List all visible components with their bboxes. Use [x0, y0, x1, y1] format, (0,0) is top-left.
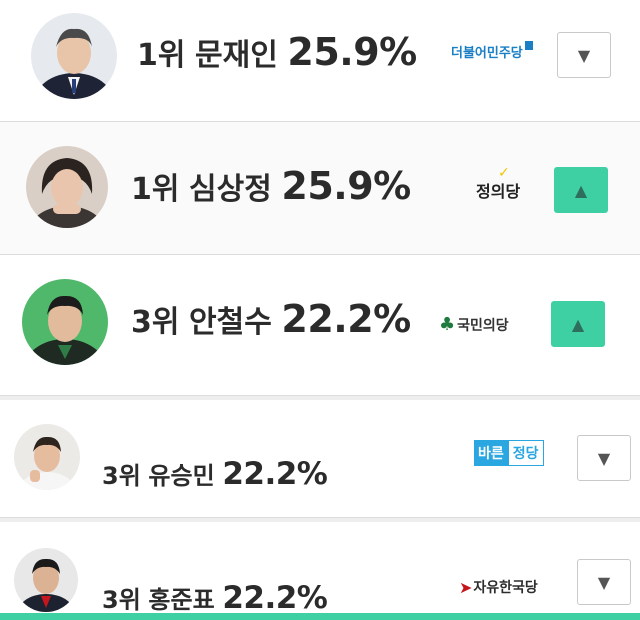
party-name-part-b: 정당 — [507, 440, 544, 466]
rank: 1위 — [137, 38, 186, 73]
party-name: 더불어민주당 — [451, 46, 523, 61]
candidate-label-2: 1위 심상정 25.9% — [131, 164, 411, 208]
party-logo-bareun: 바른 정당 — [474, 440, 544, 466]
vote-percent: 25.9% — [281, 164, 411, 208]
candidate-name: 심상정 — [189, 172, 272, 207]
candidate-label-4: 3위 유승민 22.2% — [102, 456, 328, 492]
triangle-down-icon: ▼ — [577, 45, 591, 65]
candidate-row-4: 3위 유승민 22.2% 바른 정당 ▼ — [0, 400, 640, 518]
vote-down-button-5[interactable]: ▼ — [577, 559, 631, 605]
vote-percent: 22.2% — [281, 297, 411, 341]
flag-icon — [524, 41, 533, 50]
vote-up-button-2[interactable]: ▲ — [554, 167, 608, 213]
party-logo-liberty-korea: ➤ 자유한국당 — [459, 577, 538, 597]
rank: 3위 — [131, 305, 180, 340]
candidate-label-1: 1위 문재인 25.9% — [137, 30, 417, 74]
vote-down-button-4[interactable]: ▼ — [577, 435, 631, 481]
triangle-down-icon: ▼ — [597, 572, 611, 592]
vote-percent: 25.9% — [287, 30, 417, 74]
candidate-photo-5 — [14, 548, 78, 612]
vote-up-button-3[interactable]: ▲ — [551, 301, 605, 347]
candidate-name: 문재인 — [195, 38, 278, 73]
candidate-name: 홍준표 — [148, 586, 215, 614]
candidate-name: 안철수 — [189, 305, 272, 340]
candidate-name: 유승민 — [148, 462, 215, 490]
vote-percent: 22.2% — [222, 580, 328, 616]
candidate-photo-1 — [31, 13, 117, 99]
party-logo-justice: ✓ 정의당 — [476, 165, 521, 202]
rank: 3위 — [102, 462, 141, 490]
party-name-part-a: 바른 — [474, 440, 508, 466]
triangle-up-icon: ▲ — [574, 180, 588, 200]
candidate-label-3: 3위 안철수 22.2% — [131, 297, 411, 341]
vote-percent: 22.2% — [222, 456, 328, 492]
candidate-label-5: 3위 홍준표 22.2% — [102, 580, 328, 616]
party-logo-minjoo: 더불어민주당 — [451, 41, 533, 61]
party-logo-people: ♣ 국민의당 — [439, 314, 509, 335]
candidate-photo-3 — [22, 279, 108, 365]
rank: 1위 — [131, 172, 180, 207]
candidate-photo-4 — [14, 424, 80, 490]
candidate-row-5: 3위 홍준표 22.2% ➤ 자유한국당 ▼ — [0, 522, 640, 616]
candidate-photo-2 — [26, 146, 108, 228]
party-name: 자유한국당 — [473, 580, 538, 596]
candidate-row-1: 1위 문재인 25.9% 더불어민주당 ▼ — [0, 0, 640, 122]
triangle-up-icon: ▲ — [571, 314, 585, 334]
triangle-down-icon: ▼ — [597, 448, 611, 468]
checkmark-icon: ✓ — [498, 165, 510, 181]
rank: 3위 — [102, 586, 141, 614]
vote-down-button-1[interactable]: ▼ — [557, 32, 611, 78]
candidate-row-3: 3위 안철수 22.2% ♣ 국민의당 ▲ — [0, 255, 640, 396]
torch-icon: ➤ — [459, 577, 473, 597]
party-name: 국민의당 — [457, 317, 509, 334]
candidate-row-2: 1위 심상정 25.9% ✓ 정의당 ▲ — [0, 122, 640, 255]
party-name: 정의당 — [476, 182, 521, 201]
accent-bar — [0, 613, 640, 620]
sprout-icon: ♣ — [439, 314, 456, 335]
